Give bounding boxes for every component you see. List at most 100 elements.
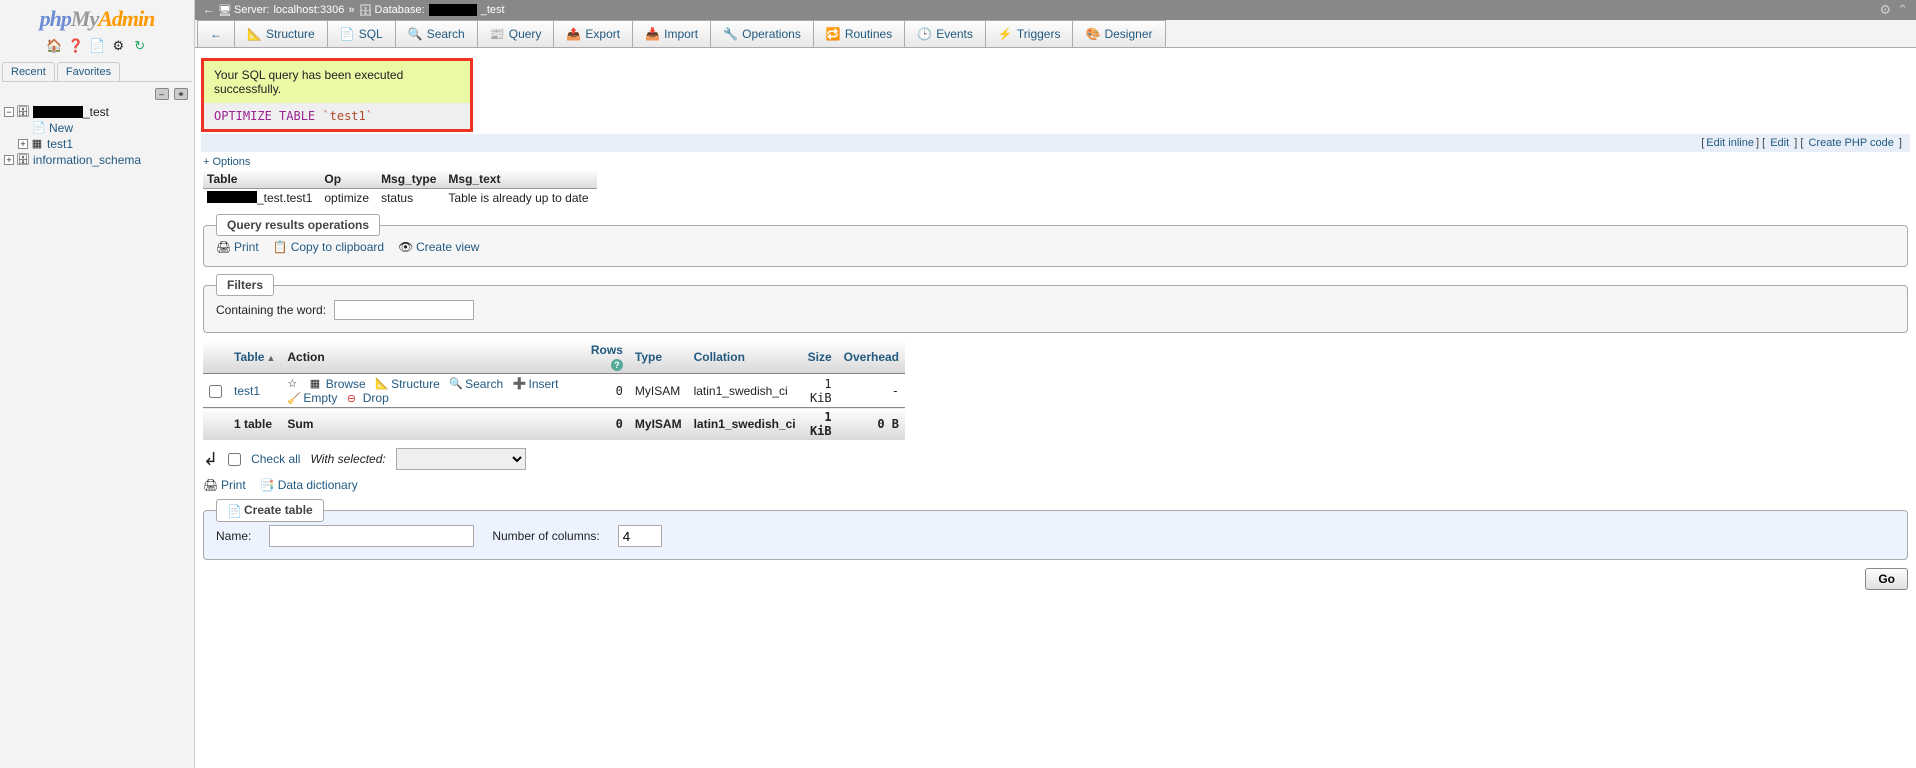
- go-button[interactable]: Go: [1865, 568, 1908, 590]
- insert-action[interactable]: ➕Insert: [512, 377, 558, 391]
- tab-favorites[interactable]: Favorites: [57, 62, 120, 81]
- collapse-icon[interactable]: –: [155, 88, 169, 100]
- result-table: Table Op Msg_type Msg_text _test.test1 o…: [203, 170, 597, 207]
- empty-action[interactable]: 🧹Empty: [287, 391, 337, 405]
- success-notice: Your SQL query has been executed success…: [201, 58, 1910, 132]
- star-action[interactable]: ☆: [287, 377, 300, 390]
- create-view-action[interactable]: 👁Create view: [398, 240, 479, 254]
- col-rows-header[interactable]: Rows?: [585, 341, 629, 374]
- tab-triggers[interactable]: ⚡Triggers: [985, 20, 1074, 47]
- reload-icon[interactable]: ↻: [132, 38, 148, 54]
- sum-size: 1 KiB: [802, 408, 838, 441]
- copy-action[interactable]: 📋Copy to clipboard: [273, 240, 384, 254]
- create-table-legend: 📄Create table: [216, 499, 324, 522]
- query-ops-legend: Query results operations: [216, 214, 380, 236]
- db-tree: − 🗄 _test 📄 New + ▦ test1 + 🗄 informatio…: [0, 102, 194, 170]
- tree-new-label[interactable]: New: [49, 121, 73, 135]
- sql-code: OPTIMIZE TABLE `test1`: [201, 103, 473, 132]
- tree-info-schema-label[interactable]: information_schema: [33, 153, 141, 167]
- with-selected-dropdown[interactable]: [396, 448, 526, 470]
- tab-operations[interactable]: 🔧Operations: [710, 20, 814, 47]
- tab-export[interactable]: 📤Export: [553, 20, 633, 47]
- logo-part-my: My: [71, 6, 98, 31]
- operations-icon: 🔧: [723, 27, 737, 41]
- tree-table-label[interactable]: test1: [47, 137, 73, 151]
- gear-icon[interactable]: ⚙: [1879, 2, 1891, 18]
- col-collation-header[interactable]: Collation: [688, 341, 802, 374]
- structure-action[interactable]: 📐Structure: [375, 377, 440, 391]
- print-link[interactable]: 🖨Print: [203, 478, 246, 492]
- create-view-label[interactable]: Create view: [416, 240, 479, 254]
- name-label: Name:: [216, 529, 251, 543]
- help-icon[interactable]: ❓: [68, 38, 84, 54]
- filters-legend: Filters: [216, 274, 274, 296]
- col-msg-text: Msg_text: [444, 170, 596, 189]
- col-table-header[interactable]: Table▲: [228, 341, 281, 374]
- tab-back[interactable]: ←: [197, 20, 235, 47]
- col-overhead-header[interactable]: Overhead: [838, 341, 905, 374]
- data-dictionary-link[interactable]: 📑Data dictionary: [260, 478, 358, 492]
- minus-icon[interactable]: −: [4, 107, 14, 117]
- columns-input[interactable]: [618, 525, 662, 547]
- col-msg-type: Msg_type: [377, 170, 444, 189]
- sql-icon[interactable]: 📄: [89, 38, 105, 54]
- structure-icon: 📐: [247, 27, 261, 41]
- checkall-checkbox[interactable]: [228, 453, 241, 466]
- bc-server-link[interactable]: localhost:3306: [273, 4, 344, 16]
- copy-label[interactable]: Copy to clipboard: [291, 240, 384, 254]
- row-checkbox[interactable]: [209, 385, 222, 398]
- print-label[interactable]: Print: [234, 240, 259, 254]
- bc-sep: »: [348, 4, 354, 16]
- print-action[interactable]: 🖨Print: [216, 240, 259, 254]
- col-type-header[interactable]: Type: [629, 341, 688, 374]
- col-size-header[interactable]: Size: [802, 341, 838, 374]
- table-name-input[interactable]: [269, 525, 474, 547]
- collapse-top-icon[interactable]: ⌃: [1897, 2, 1908, 18]
- link-icon[interactable]: ⚭: [174, 88, 188, 100]
- gear-icon[interactable]: ⚙: [110, 38, 126, 54]
- tree-db-current[interactable]: − 🗄 _test: [4, 104, 190, 120]
- tree-new[interactable]: 📄 New: [4, 120, 190, 136]
- tab-designer[interactable]: 🎨Designer: [1072, 20, 1165, 47]
- sum-collation: latin1_swedish_ci: [688, 408, 802, 441]
- create-php-link[interactable]: Create PHP code: [1808, 137, 1893, 149]
- print-dict-row: 🖨Print 📑Data dictionary: [203, 478, 1908, 492]
- filter-input[interactable]: [334, 300, 474, 320]
- tree-db-info-schema[interactable]: + 🗄 information_schema: [4, 152, 190, 168]
- tab-import[interactable]: 📥Import: [632, 20, 711, 47]
- drop-action[interactable]: ⊖Drop: [347, 391, 389, 405]
- checkall-label[interactable]: Check all: [251, 452, 300, 466]
- tables-list: Table▲ Action Rows? Type Collation Size …: [203, 341, 905, 440]
- star-icon: ☆: [287, 377, 300, 390]
- col-table: Table: [203, 170, 320, 189]
- tab-query[interactable]: 📰Query: [477, 20, 555, 47]
- actions-cell: ☆ ▦Browse 📐Structure 🔍Search ➕Insert 🧹Em…: [281, 374, 585, 408]
- edit-link[interactable]: Edit: [1770, 137, 1789, 149]
- tab-routines[interactable]: 🔁Routines: [813, 20, 905, 47]
- back-arrow-icon[interactable]: ←: [203, 4, 214, 16]
- database-icon: 🗄: [16, 105, 30, 119]
- home-icon[interactable]: 🏠: [46, 38, 62, 54]
- create-table-fieldset: 📄Create table Name: Number of columns:: [203, 510, 1908, 560]
- browse-action[interactable]: ▦Browse: [310, 377, 366, 391]
- filters-fieldset: Filters Containing the word:: [203, 285, 1908, 333]
- bc-db-link[interactable]: _test: [481, 4, 505, 16]
- logo[interactable]: phpMyAdmin: [0, 0, 194, 34]
- plus-icon[interactable]: +: [18, 139, 28, 149]
- tree-table-test1[interactable]: + ▦ test1: [4, 136, 190, 152]
- edit-inline-link[interactable]: Edit inline: [1706, 137, 1754, 149]
- designer-icon: 🎨: [1085, 27, 1099, 41]
- plus-icon[interactable]: +: [4, 155, 14, 165]
- tab-sql[interactable]: 📄SQL: [327, 20, 396, 47]
- tab-events[interactable]: 🕒Events: [904, 20, 986, 47]
- search-action[interactable]: 🔍Search: [449, 377, 503, 391]
- tab-recent[interactable]: Recent: [2, 62, 55, 81]
- options-toggle[interactable]: + Options: [203, 156, 250, 168]
- tab-search[interactable]: 🔍Search: [395, 20, 478, 47]
- tab-structure[interactable]: 📐Structure: [234, 20, 328, 47]
- help-icon[interactable]: ?: [611, 359, 623, 371]
- col-op: Op: [320, 170, 377, 189]
- inline-links: [Edit inline] [ Edit ] [ Create PHP code…: [201, 134, 1910, 152]
- table-name-link[interactable]: test1: [234, 384, 260, 398]
- cell-collation: latin1_swedish_ci: [688, 374, 802, 408]
